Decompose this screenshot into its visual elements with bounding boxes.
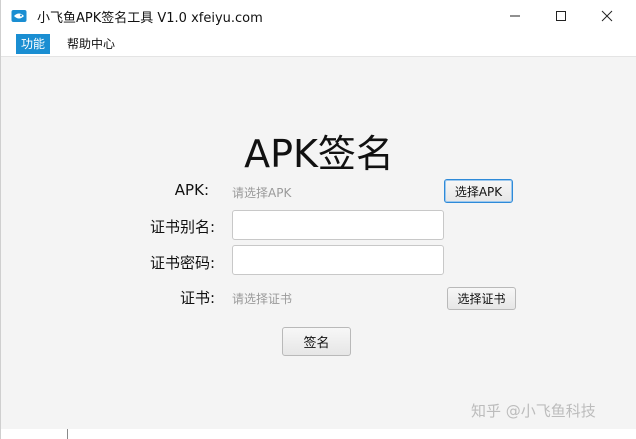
title-bar[interactable]: 小飞鱼APK签名工具 V1.0 xfeiyu.com: [1, 0, 636, 32]
close-button[interactable]: [584, 0, 630, 32]
select-cert-button[interactable]: 选择证书: [447, 287, 516, 310]
main-panel: APK签名 APK: 请选择APK 选择APK 证书别名: 证书密码: 证书: …: [1, 57, 636, 439]
minimize-button[interactable]: [492, 0, 538, 32]
cert-password-label: 证书密码:: [149, 254, 215, 272]
sign-button[interactable]: 签名: [282, 327, 351, 356]
bottom-strip: [1, 429, 636, 439]
background-fragment: [67, 429, 68, 439]
app-window: 小飞鱼APK签名工具 V1.0 xfeiyu.com 功能 帮助中心 APK签名…: [0, 0, 636, 439]
menu-item-help-center[interactable]: 帮助中心: [62, 34, 120, 54]
cert-path-hint: 请选择证书: [232, 292, 293, 306]
maximize-button[interactable]: [538, 0, 584, 32]
maximize-icon: [556, 11, 566, 21]
cert-alias-label: 证书别名:: [149, 218, 215, 236]
menu-item-functions[interactable]: 功能: [16, 34, 51, 54]
window-title: 小飞鱼APK签名工具 V1.0 xfeiyu.com: [37, 11, 263, 26]
close-icon: [601, 10, 613, 22]
cert-label: 证书:: [179, 289, 215, 307]
app-logo-icon: [11, 10, 27, 22]
apk-path-hint: 请选择APK: [232, 186, 292, 200]
select-apk-button[interactable]: 选择APK: [444, 179, 513, 203]
cert-password-input[interactable]: [232, 245, 444, 275]
apk-label: APK:: [174, 181, 209, 199]
page-title: APK签名: [244, 132, 394, 176]
minimize-icon: [510, 15, 520, 17]
watermark: 知乎 @小飞鱼科技: [471, 402, 596, 420]
cert-alias-input[interactable]: [232, 210, 444, 240]
menu-bar: 功能 帮助中心: [1, 32, 636, 57]
